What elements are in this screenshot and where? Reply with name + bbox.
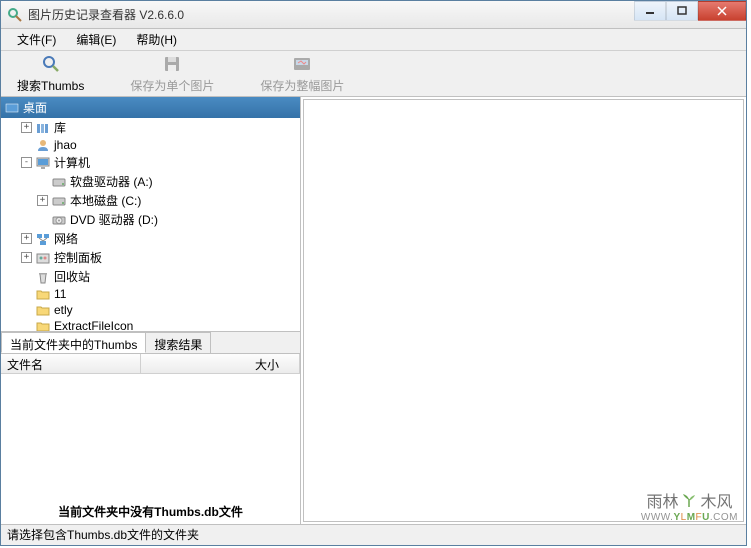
list-body: 当前文件夹中没有Thumbs.db文件 — [1, 374, 300, 524]
search-thumbs-button[interactable]: 搜索Thumbs — [9, 52, 92, 96]
app-icon — [7, 7, 23, 23]
preview-panel — [303, 99, 744, 522]
column-size[interactable]: 大小 — [141, 354, 300, 373]
tree-node[interactable]: 11 — [1, 286, 300, 302]
close-button[interactable] — [698, 1, 746, 21]
tree-root-desktop[interactable]: 桌面 — [1, 97, 300, 118]
tree-node[interactable]: jhao — [1, 137, 300, 153]
control-icon — [35, 251, 51, 265]
main-area: 桌面 +库jhao-计算机软盘驱动器 (A:)+本地磁盘 (C:)DVD 驱动器… — [1, 97, 746, 524]
save-single-label: 保存为单个图片 — [130, 77, 214, 94]
tree-node-label: 回收站 — [54, 268, 90, 285]
tree-node[interactable]: + 网络 — [1, 229, 300, 248]
drive-icon — [51, 175, 67, 189]
tree-node-label: 软盘驱动器 (A:) — [70, 173, 153, 190]
tree-node-label: ExtractFileIcon — [54, 319, 133, 332]
desktop-icon — [5, 102, 19, 114]
dvd-icon — [51, 213, 67, 227]
left-panel: 桌面 +库jhao-计算机软盘驱动器 (A:)+本地磁盘 (C:)DVD 驱动器… — [1, 97, 301, 524]
tree-node[interactable]: +库 — [1, 118, 300, 137]
search-icon — [41, 54, 61, 74]
column-filename[interactable]: 文件名 — [1, 354, 141, 373]
tree-node[interactable]: - 计算机 — [1, 153, 300, 172]
recycle-icon — [35, 270, 51, 284]
expand-icon[interactable]: + — [21, 122, 32, 133]
user-icon — [35, 138, 51, 152]
maximize-button[interactable] — [666, 1, 698, 21]
tree-node-label: DVD 驱动器 (D:) — [70, 211, 158, 228]
toolbar: 搜索Thumbs 保存为单个图片 保存为整幅图片 — [1, 51, 746, 97]
status-text: 请选择包含Thumbs.db文件的文件夹 — [7, 526, 199, 543]
tree-node-label: 11 — [54, 287, 66, 301]
tree-node-label: jhao — [54, 138, 77, 152]
save-full-label: 保存为整幅图片 — [260, 77, 344, 94]
tree-node-label: 库 — [54, 119, 66, 136]
folder-icon — [35, 287, 51, 301]
expand-icon[interactable]: + — [21, 233, 32, 244]
save-single-button[interactable]: 保存为单个图片 — [122, 52, 222, 96]
save-icon — [162, 54, 182, 74]
expand-icon[interactable]: + — [21, 252, 32, 263]
tree-node-label: 网络 — [54, 230, 78, 247]
list-header: 文件名 大小 — [1, 354, 300, 374]
minimize-button[interactable] — [634, 1, 666, 21]
save-full-button[interactable]: 保存为整幅图片 — [252, 52, 352, 96]
window-title: 图片历史记录查看器 V2.6.6.0 — [28, 6, 184, 23]
tab-search-results[interactable]: 搜索结果 — [145, 332, 211, 353]
tabs-container: 当前文件夹中的Thumbs 搜索结果 文件名 大小 当前文件夹中没有Thumbs… — [1, 332, 300, 524]
statusbar: 请选择包含Thumbs.db文件的文件夹 — [1, 524, 746, 544]
titlebar: 图片历史记录查看器 V2.6.6.0 — [1, 1, 746, 29]
tab-current-folder[interactable]: 当前文件夹中的Thumbs — [1, 332, 146, 353]
tree-node[interactable]: ExtractFileIcon — [1, 318, 300, 332]
expand-icon[interactable]: + — [37, 195, 48, 206]
menu-edit[interactable]: 编辑(E) — [66, 29, 126, 50]
tree-node[interactable]: etly — [1, 302, 300, 318]
folder-icon — [35, 319, 51, 332]
tree-node-label: etly — [54, 303, 73, 317]
menu-file[interactable]: 文件(F) — [7, 29, 66, 50]
lib-icon — [35, 121, 51, 135]
computer-icon — [35, 156, 51, 170]
tree-root-label: 桌面 — [23, 99, 47, 116]
window-controls — [634, 1, 746, 21]
tabs-header: 当前文件夹中的Thumbs 搜索结果 — [1, 332, 300, 354]
search-label: 搜索Thumbs — [17, 77, 84, 94]
tree-node[interactable]: + 控制面板 — [1, 248, 300, 267]
drive-icon — [51, 194, 67, 208]
thumbs-list: 文件名 大小 当前文件夹中没有Thumbs.db文件 — [1, 354, 300, 524]
app-window: 图片历史记录查看器 V2.6.6.0 文件(F) 编辑(E) 帮助(H) 搜索T… — [0, 0, 747, 546]
tree-node[interactable]: 软盘驱动器 (A:) — [1, 172, 300, 191]
tree-node-label: 控制面板 — [54, 249, 102, 266]
collapse-icon[interactable]: - — [21, 157, 32, 168]
tree-node[interactable]: 回收站 — [1, 267, 300, 286]
folder-tree[interactable]: 桌面 +库jhao-计算机软盘驱动器 (A:)+本地磁盘 (C:)DVD 驱动器… — [1, 97, 300, 332]
menubar: 文件(F) 编辑(E) 帮助(H) — [1, 29, 746, 51]
save-full-icon — [292, 54, 312, 74]
tree-node-label: 本地磁盘 (C:) — [70, 192, 141, 209]
folder-icon — [35, 303, 51, 317]
menu-help[interactable]: 帮助(H) — [126, 29, 187, 50]
empty-message: 当前文件夹中没有Thumbs.db文件 — [1, 503, 300, 520]
network-icon — [35, 232, 51, 246]
tree-node[interactable]: DVD 驱动器 (D:) — [1, 210, 300, 229]
tree-node[interactable]: + 本地磁盘 (C:) — [1, 191, 300, 210]
tree-node-label: 计算机 — [54, 154, 90, 171]
